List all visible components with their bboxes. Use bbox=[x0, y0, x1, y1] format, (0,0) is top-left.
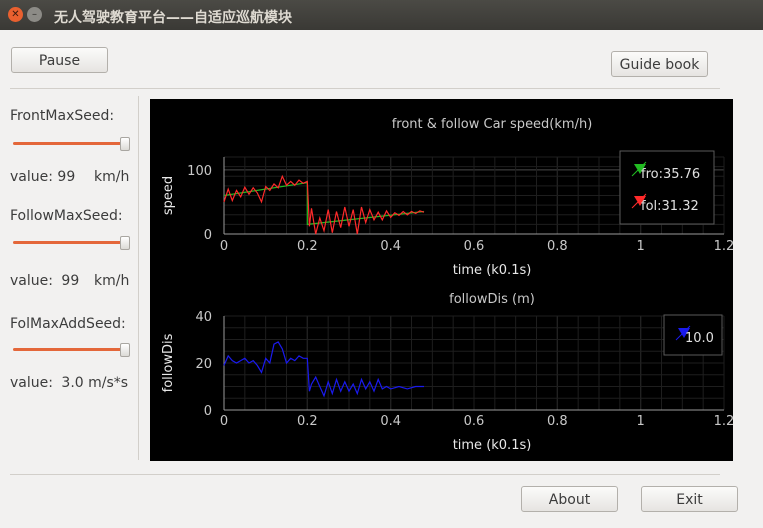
chart-title: front & follow Car speed(km/h) bbox=[392, 117, 593, 132]
charts-svg: 0 0.2 0.4 0.6 0.8 1 1.20100front & follow Car … bbox=[161, 117, 734, 453]
follow-max-speed-value-row: value: 99 km/h bbox=[10, 273, 129, 289]
slider-handle[interactable] bbox=[120, 137, 130, 151]
front-max-speed-value: 99 bbox=[57, 169, 76, 185]
y-tick-label: 0 bbox=[204, 228, 212, 243]
plot-area: 0 0.2 0.4 0.6 0.8 1 1.2 0 100 front & follow Car … bbox=[150, 99, 734, 461]
x-tick-label: 1 bbox=[637, 239, 645, 254]
legend-label: fol:31.32 bbox=[641, 199, 699, 214]
x-tick-label: 1.2 bbox=[714, 414, 733, 429]
x-tick-label: 0 bbox=[220, 414, 228, 429]
fol-max-add-speed-slider[interactable] bbox=[13, 343, 130, 357]
about-button[interactable]: About bbox=[521, 486, 618, 512]
top-divider bbox=[10, 88, 720, 89]
front-max-speed-label: FrontMaxSeed: bbox=[10, 108, 115, 124]
series-line-0 bbox=[223, 341, 424, 398]
y-axis-label: followDis bbox=[161, 333, 176, 392]
front-max-speed-slider[interactable] bbox=[13, 137, 130, 151]
x-tick-label: 0.4 bbox=[380, 239, 401, 254]
x-tick-label: 1 bbox=[637, 414, 645, 429]
chart-title: followDis (m) bbox=[449, 292, 535, 307]
follow-max-speed-value: 99 bbox=[61, 273, 80, 289]
title-bar: ✕ – 无人驾驶教育平台——自适应巡航模块 bbox=[0, 0, 763, 30]
front-max-speed-value-row: value: 99 km/h bbox=[10, 169, 129, 185]
y-tick-label: 0 bbox=[204, 404, 212, 419]
x-tick-label: 0.2 bbox=[297, 414, 318, 429]
fol-max-add-speed-label: FolMaxAddSeed: bbox=[10, 316, 126, 332]
y-tick-label: 40 bbox=[195, 310, 212, 325]
y-tick-label: 20 bbox=[195, 357, 212, 372]
slider-handle[interactable] bbox=[120, 343, 130, 357]
exit-button[interactable]: Exit bbox=[641, 486, 738, 512]
x-tick-label: 0 bbox=[220, 239, 228, 254]
y-tick-label: 100 bbox=[187, 164, 212, 179]
value-prefix: value: bbox=[10, 169, 53, 185]
close-window-button[interactable]: ✕ bbox=[8, 7, 23, 22]
value-prefix: value: bbox=[10, 273, 53, 289]
minimize-window-button[interactable]: – bbox=[27, 7, 42, 22]
window-title: 无人驾驶教育平台——自适应巡航模块 bbox=[54, 10, 292, 26]
pause-button[interactable]: Pause bbox=[11, 47, 108, 73]
x-tick-label: 1.2 bbox=[714, 239, 733, 254]
guide-book-button[interactable]: Guide book bbox=[611, 51, 708, 77]
x-tick-label: 0.8 bbox=[547, 239, 568, 254]
fol-max-add-speed-value: 3.0 bbox=[61, 375, 84, 391]
x-tick-label: 0.6 bbox=[464, 239, 485, 254]
legend-label: 10.0 bbox=[685, 331, 714, 346]
x-tick-label: 0.4 bbox=[380, 414, 401, 429]
follow-max-speed-slider[interactable] bbox=[13, 236, 130, 250]
slider-track bbox=[13, 241, 122, 244]
legend-label: fro:35.76 bbox=[641, 167, 700, 182]
x-tick-label: 0.6 bbox=[464, 414, 485, 429]
y-axis-label: speed bbox=[161, 176, 176, 215]
front-max-speed-unit: km/h bbox=[94, 169, 130, 185]
follow-max-speed-unit: km/h bbox=[94, 273, 130, 289]
x-tick-label: 0.8 bbox=[547, 414, 568, 429]
follow-max-speed-label: FollowMaxSeed: bbox=[10, 208, 123, 224]
x-axis-label: time (k0.1s) bbox=[453, 438, 532, 453]
slider-track bbox=[13, 142, 122, 145]
value-prefix: value: bbox=[10, 375, 53, 391]
fol-max-add-speed-unit: m/s*s bbox=[88, 375, 129, 391]
x-tick-label: 0.2 bbox=[297, 239, 318, 254]
slider-handle[interactable] bbox=[120, 236, 130, 250]
slider-track bbox=[13, 348, 122, 351]
fol-max-add-speed-value-row: value: 3.0 m/s*s bbox=[10, 375, 128, 391]
bottom-divider bbox=[10, 474, 720, 475]
x-axis-label: time (k0.1s) bbox=[453, 263, 532, 278]
